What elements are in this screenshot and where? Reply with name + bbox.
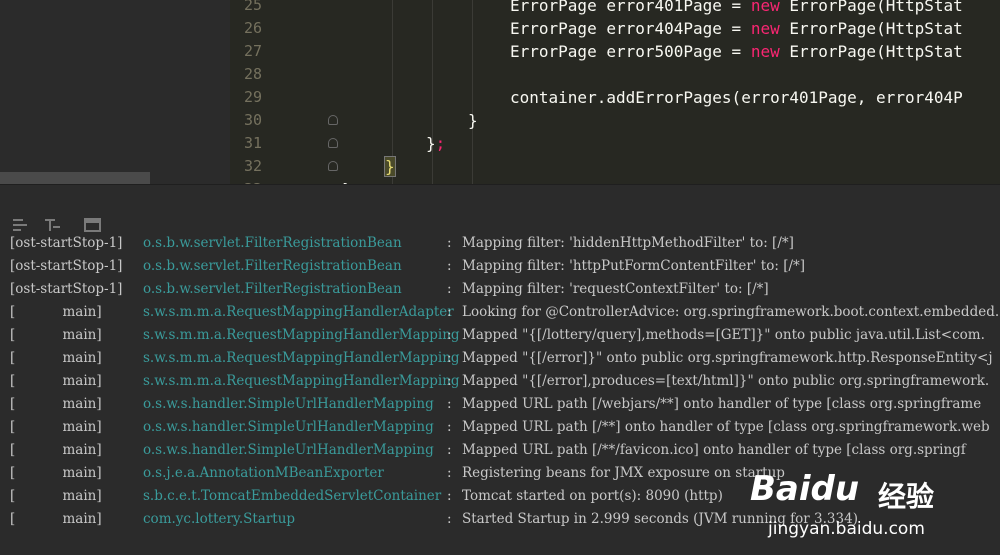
watermark-url: jingyan.baidu.com	[768, 519, 925, 539]
fold-marker-icon[interactable]	[328, 138, 338, 148]
watermark-cn: 经验	[878, 480, 935, 513]
log-row: [ main] o.s.w.s.handler.SimpleUrlHandlerM…	[10, 396, 982, 412]
code-line-29: container.addErrorPages(error401Page, er…	[510, 88, 963, 107]
code-line-31: };	[426, 134, 446, 153]
print-icon[interactable]	[84, 217, 102, 233]
console-toolbar	[0, 184, 1000, 237]
log-row: [ main] s.w.s.m.m.a.RequestMappingHandler…	[10, 327, 985, 343]
line-number: 25	[243, 0, 262, 14]
code-editor[interactable]: 25 26 27 28 29 30 31 32 33 ErrorPage err…	[0, 0, 1000, 184]
log-row: [ost-startStop-1] o.s.b.w.servlet.FilterR…	[10, 281, 769, 297]
log-row: [ost-startStop-1] o.s.b.w.servlet.FilterR…	[10, 236, 794, 251]
code-line-32: }	[384, 156, 396, 177]
log-row: [ost-startStop-1] o.s.b.w.servlet.FilterR…	[10, 258, 806, 274]
log-row: [ main] o.s.w.s.handler.SimpleUrlHandlerM…	[10, 442, 966, 458]
horizontal-scrollbar[interactable]	[0, 172, 150, 184]
line-number: 26	[243, 19, 262, 37]
line-number: 31	[243, 134, 262, 152]
line-number: 28	[243, 65, 262, 83]
code-line-27: ErrorPage error500Page = new ErrorPage(H…	[510, 42, 963, 61]
line-number: 29	[243, 88, 262, 106]
scroll-to-end-icon[interactable]	[44, 217, 62, 233]
log-row: [ main] s.w.s.m.m.a.RequestMappingHandler…	[10, 350, 993, 366]
fold-marker-icon[interactable]	[328, 161, 338, 171]
baidu-watermark: Baidu 经验 jingyan.baidu.com	[740, 467, 960, 547]
soft-wrap-icon[interactable]	[12, 217, 30, 233]
project-panel	[0, 0, 230, 184]
indent-guide	[432, 0, 433, 184]
code-line-25: ErrorPage error401Page = new ErrorPage(H…	[510, 0, 963, 15]
code-line-30: }	[468, 111, 478, 130]
log-row: [ main] s.w.s.m.m.a.RequestMappingHandler…	[10, 304, 1000, 320]
line-number: 30	[243, 111, 262, 129]
line-number: 32	[243, 157, 262, 175]
watermark-brand: Baidu	[750, 469, 860, 509]
log-row: [ main] s.w.s.m.m.a.RequestMappingHandler…	[10, 373, 990, 389]
line-number: 27	[243, 42, 262, 60]
code-line-26: ErrorPage error404Page = new ErrorPage(H…	[510, 19, 963, 38]
indent-guide	[472, 0, 473, 184]
fold-marker-icon[interactable]	[328, 115, 338, 125]
log-row: [ main] o.s.w.s.handler.SimpleUrlHandlerM…	[10, 419, 990, 435]
